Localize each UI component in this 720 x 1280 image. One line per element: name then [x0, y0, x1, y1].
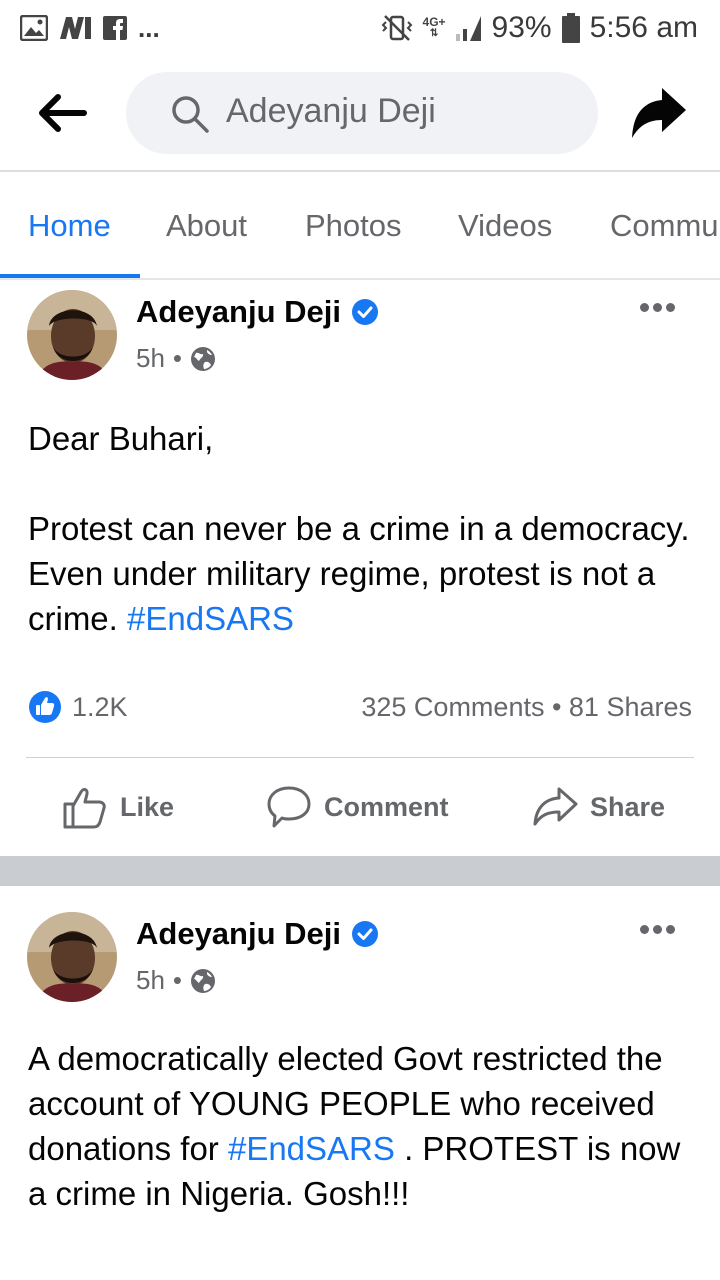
tab-photos[interactable]: Photos	[305, 208, 402, 244]
post-text: Dear Buhari, Protest can never be a crim…	[28, 416, 698, 641]
post-meta: 5h •	[136, 965, 216, 996]
post-actions: Like Comment Share	[0, 784, 720, 844]
tab-community[interactable]: Commu	[610, 208, 719, 244]
more-notifications-icon: ...	[138, 12, 160, 43]
comments-shares-count[interactable]: 325 Comments • 81 Shares	[361, 692, 692, 723]
notification-icons: ...	[20, 13, 160, 44]
avatar[interactable]	[27, 912, 117, 1002]
search-bar[interactable]: Adeyanju Deji	[126, 72, 598, 154]
search-header: Adeyanju Deji	[0, 72, 720, 154]
post-greeting: Dear Buhari,	[28, 420, 214, 457]
clock: 5:56 am	[589, 11, 698, 44]
thumbs-up-icon	[63, 788, 106, 829]
like-reaction-icon[interactable]	[28, 690, 62, 724]
comment-button[interactable]: Comment	[266, 784, 449, 830]
status-bar: ... 4G+ ⇅ 93% 5:56 am	[0, 0, 720, 56]
comment-bubble-icon	[267, 786, 311, 828]
share-button[interactable]: Share	[532, 784, 665, 830]
post-time[interactable]: 5h	[136, 965, 165, 996]
post-meta: 5h •	[136, 343, 216, 374]
tab-home[interactable]: Home	[28, 208, 111, 244]
hashtag-link[interactable]: #EndSARS	[127, 600, 294, 637]
post: Adeyanju Deji 5h • A democratically elec…	[0, 886, 720, 1280]
more-options-icon[interactable]	[640, 925, 680, 939]
network-type: 4G+ ⇅	[422, 15, 446, 39]
post-time[interactable]: 5h	[136, 343, 165, 374]
post-text: A democratically elected Govt restricted…	[28, 1040, 681, 1212]
search-icon	[172, 96, 209, 133]
globe-icon	[191, 346, 216, 371]
stats-divider	[26, 757, 694, 758]
post-stats: 1.2K 325 Comments • 81 Shares	[0, 690, 720, 730]
tab-about[interactable]: About	[166, 208, 247, 244]
hashtag-link[interactable]: #EndSARS	[228, 1130, 395, 1167]
tab-videos[interactable]: Videos	[458, 208, 552, 244]
gallery-notification-icon	[20, 15, 48, 41]
facebook-notification-icon	[103, 16, 127, 40]
post-author[interactable]: Adeyanju Deji	[136, 294, 379, 330]
battery-icon	[561, 13, 580, 43]
verified-badge-icon	[352, 921, 378, 947]
back-arrow-icon[interactable]	[38, 90, 88, 136]
more-options-icon[interactable]	[640, 303, 680, 317]
news-notification-icon	[60, 17, 91, 39]
battery-percent: 93%	[491, 11, 552, 44]
signal-icon	[455, 16, 481, 41]
search-input[interactable]: Adeyanju Deji	[226, 92, 436, 131]
feed-separator	[0, 856, 720, 886]
post-author[interactable]: Adeyanju Deji	[136, 916, 379, 952]
share-arrow-icon[interactable]	[630, 86, 688, 144]
like-button[interactable]: Like	[62, 784, 174, 830]
reaction-count[interactable]: 1.2K	[72, 692, 128, 723]
share-icon	[533, 787, 578, 826]
post-paragraph: Protest can never be a crime in a democr…	[28, 510, 690, 637]
globe-icon	[191, 968, 216, 993]
profile-photo	[27, 912, 117, 1002]
post: Adeyanju Deji 5h • Dear Buhari, Protest …	[0, 280, 720, 856]
verified-badge-icon	[352, 299, 378, 325]
vibrate-mute-icon	[381, 15, 412, 41]
profile-photo	[27, 290, 117, 380]
page-tabs: Home About Photos Videos Commu	[0, 172, 720, 278]
system-status: 4G+ ⇅ 93% 5:56 am	[381, 11, 698, 45]
avatar[interactable]	[27, 290, 117, 380]
author-name[interactable]: Adeyanju Deji	[136, 916, 341, 952]
author-name[interactable]: Adeyanju Deji	[136, 294, 341, 330]
